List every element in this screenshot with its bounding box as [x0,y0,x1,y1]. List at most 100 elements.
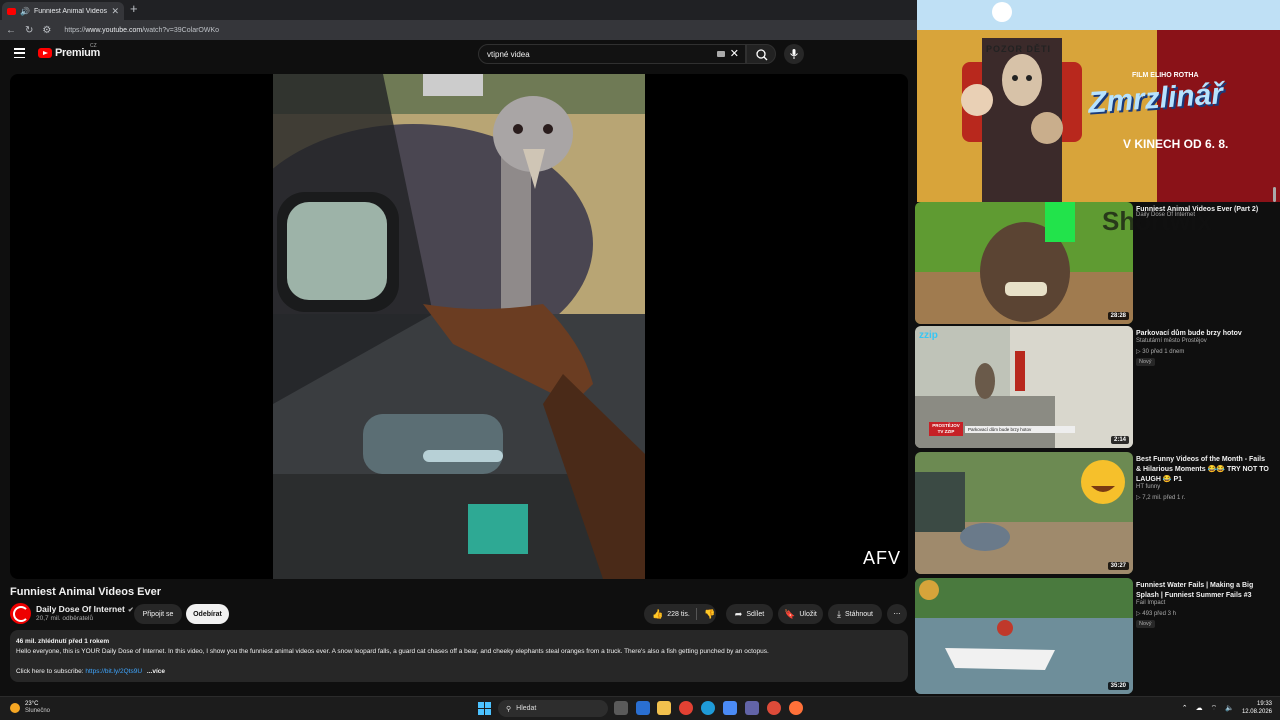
recommendation-channel[interactable]: Daily Dose Of Internet [1136,212,1195,218]
search-input[interactable]: vtipné videa ✕ [478,44,746,64]
subscriber-count: 20,7 mil. odběratelů [36,615,94,622]
views-date: 46 mil. zhlédnutí před 1 rokem [16,638,110,645]
video-title: Funniest Animal Videos Ever [10,586,161,598]
save-button[interactable]: 🔖 Uložit [778,604,823,624]
thumbnail-caption: Parkovací dům bude brzy hotov [965,426,1075,433]
thumbs-down-icon[interactable]: 👎 [704,609,715,620]
tab-close-icon[interactable]: ✕ [111,6,119,17]
task-view-icon[interactable] [614,701,628,715]
like-count: 228 tis. [667,610,690,618]
site-info-icon[interactable]: ⚙ [42,25,51,36]
fails-thumbnail-image [915,452,1133,574]
bookmark-icon: 🔖 [784,608,796,619]
teams-icon[interactable] [745,701,759,715]
jetski-thumbnail-image [915,578,1133,694]
system-clock[interactable]: 19:33 12.08.2026 [1242,700,1272,716]
sidebar-scrollbar[interactable] [1273,187,1276,202]
new-tab-button[interactable]: + [130,1,138,16]
weather-widget[interactable]: 23°C Slunečno [10,701,50,715]
download-button[interactable]: ⤓ Stáhnout [828,604,882,624]
thumbnail-channel-tag: PROSTĚJOV TV ZZIP [929,422,963,436]
browser-tab[interactable]: 🔊 Funniest Animal Videos Ever ✕ [2,2,124,20]
channel-avatar[interactable] [10,603,31,624]
video-thumbnail[interactable]: 30:27 [915,452,1133,574]
taskbar-search[interactable]: ⚲ Hledat [498,700,608,717]
video-player[interactable]: AFV [10,74,908,579]
edge-icon[interactable] [701,701,715,715]
subscribe-button[interactable]: Odebírat [186,604,229,624]
video-thumbnail[interactable]: 28:28 [915,202,1133,324]
donkey-thumbnail-image [915,202,1133,324]
weather-condition: Slunečno [25,708,51,714]
reload-icon[interactable]: ↻ [25,25,33,36]
search-button[interactable] [746,44,776,64]
new-badge: Nový [1136,620,1155,628]
windows-start-icon[interactable] [478,702,491,715]
chrome-icon[interactable] [679,701,693,715]
video-duration: 35:20 [1107,682,1129,690]
recommendation-views: ▷ 30 před 1 dnem [1136,349,1185,355]
ad-release-date: V KINECH OD 6. 8. [1123,137,1229,151]
recommendation-views: ▷ 7,2 mil. před 1 r. [1136,495,1186,501]
recommendation-title[interactable]: Funniest Water Fails | Making a Big Spla… [1136,581,1271,601]
file-explorer-icon[interactable] [657,701,671,715]
outlook-icon[interactable] [636,701,650,715]
voice-search-button[interactable] [784,44,804,64]
search-icon [756,49,768,61]
wifi-icon[interactable]: ⌔ [1211,704,1218,713]
like-button[interactable]: 👍 228 tis. 👎 [644,604,716,624]
channel-name[interactable]: Daily Dose Of Internet ✔ [36,604,134,614]
weather-temp: 23°C [25,701,39,707]
keyboard-icon[interactable] [717,51,725,57]
show-more-button[interactable]: ...více [147,668,165,675]
store-icon[interactable] [723,701,737,715]
verified-icon: ✔ [127,607,134,614]
url-field[interactable]: https://www.youtube.com/watch?v=39ColarO… [64,27,219,34]
video-thumbnail[interactable]: zzip PROSTĚJOV TV ZZIP Parkovací dům bud… [915,326,1133,448]
recommendation-item[interactable]: 30:27 Best Funny Videos of the Month - F… [915,452,1275,574]
search-icon: ⚲ [506,705,512,713]
microphone-icon [790,49,798,59]
clear-search-icon[interactable]: ✕ [730,47,739,60]
recommendation-item[interactable]: 35:20 Funniest Water Fails | Making a Bi… [915,578,1275,694]
recommendation-item[interactable]: 28:28 Shortwix Funniest Animal Videos Ev… [915,202,1275,324]
ostrich-video-image [273,74,645,579]
download-icon: ⤓ [836,608,841,619]
chevron-up-icon[interactable]: ⌃ [1182,704,1188,712]
video-duration: 2:14 [1110,436,1129,444]
thumbs-up-icon: 👍 [652,608,664,619]
recommendation-channel[interactable]: Statutární město Prostějov [1136,338,1207,344]
chrome-profile-icon[interactable] [767,701,781,715]
subscribe-link[interactable]: https://bit.ly/2Qts9U [85,668,142,675]
new-badge: Nový [1136,358,1155,366]
recommendation-item[interactable]: zzip PROSTĚJOV TV ZZIP Parkovací dům bud… [915,326,1275,448]
speaker-icon[interactable]: 🔊 [20,7,30,16]
youtube-logo[interactable]: Premium CZ [38,43,100,59]
firefox-icon[interactable] [789,701,803,715]
video-duration: 30:27 [1107,562,1129,570]
description-text: Hello everyone, this is YOUR Daily Dose … [16,648,769,655]
ad-tagline: POZOR DĚTI [986,44,1052,54]
youtube-header: Premium CZ vtipné videa ✕ [0,40,917,70]
recommendation-views: ▷ 493 před 3 h [1136,611,1176,617]
menu-icon[interactable] [14,48,25,58]
video-thumbnail[interactable]: 35:20 [915,578,1133,694]
join-button[interactable]: Připojit se [134,604,182,624]
video-description[interactable]: 46 mil. zhlédnutí před 1 rokem Hello eve… [10,630,908,682]
share-icon: ➦ [734,608,743,619]
subscribe-prompt: Click here to subscribe: [16,668,84,675]
recommendation-channel[interactable]: HT funny [1136,484,1160,490]
video-frame[interactable] [273,74,645,579]
cloud-icon[interactable]: ☁ [1196,704,1203,712]
browser-tab-bar: 🔊 Funniest Animal Videos Ever ✕ + [0,0,917,20]
thumbnail-overlay-text: zzip [919,330,938,341]
sun-icon [10,703,20,713]
windows-taskbar: 23°C Slunečno ⚲ Hledat ⌃ ☁ ⌔ 🔈 19:33 12.… [0,696,1280,720]
share-button[interactable]: ➦ Sdílet [726,604,773,624]
volume-icon[interactable]: 🔈 [1225,704,1234,712]
more-actions-button[interactable]: ⋯ [887,604,907,624]
video-duration: 28:28 [1107,312,1129,320]
recommendation-channel[interactable]: Fail Impact [1136,600,1165,606]
recommendation-title[interactable]: Best Funny Videos of the Month - Fails &… [1136,455,1271,485]
back-icon[interactable]: ← [6,25,16,36]
